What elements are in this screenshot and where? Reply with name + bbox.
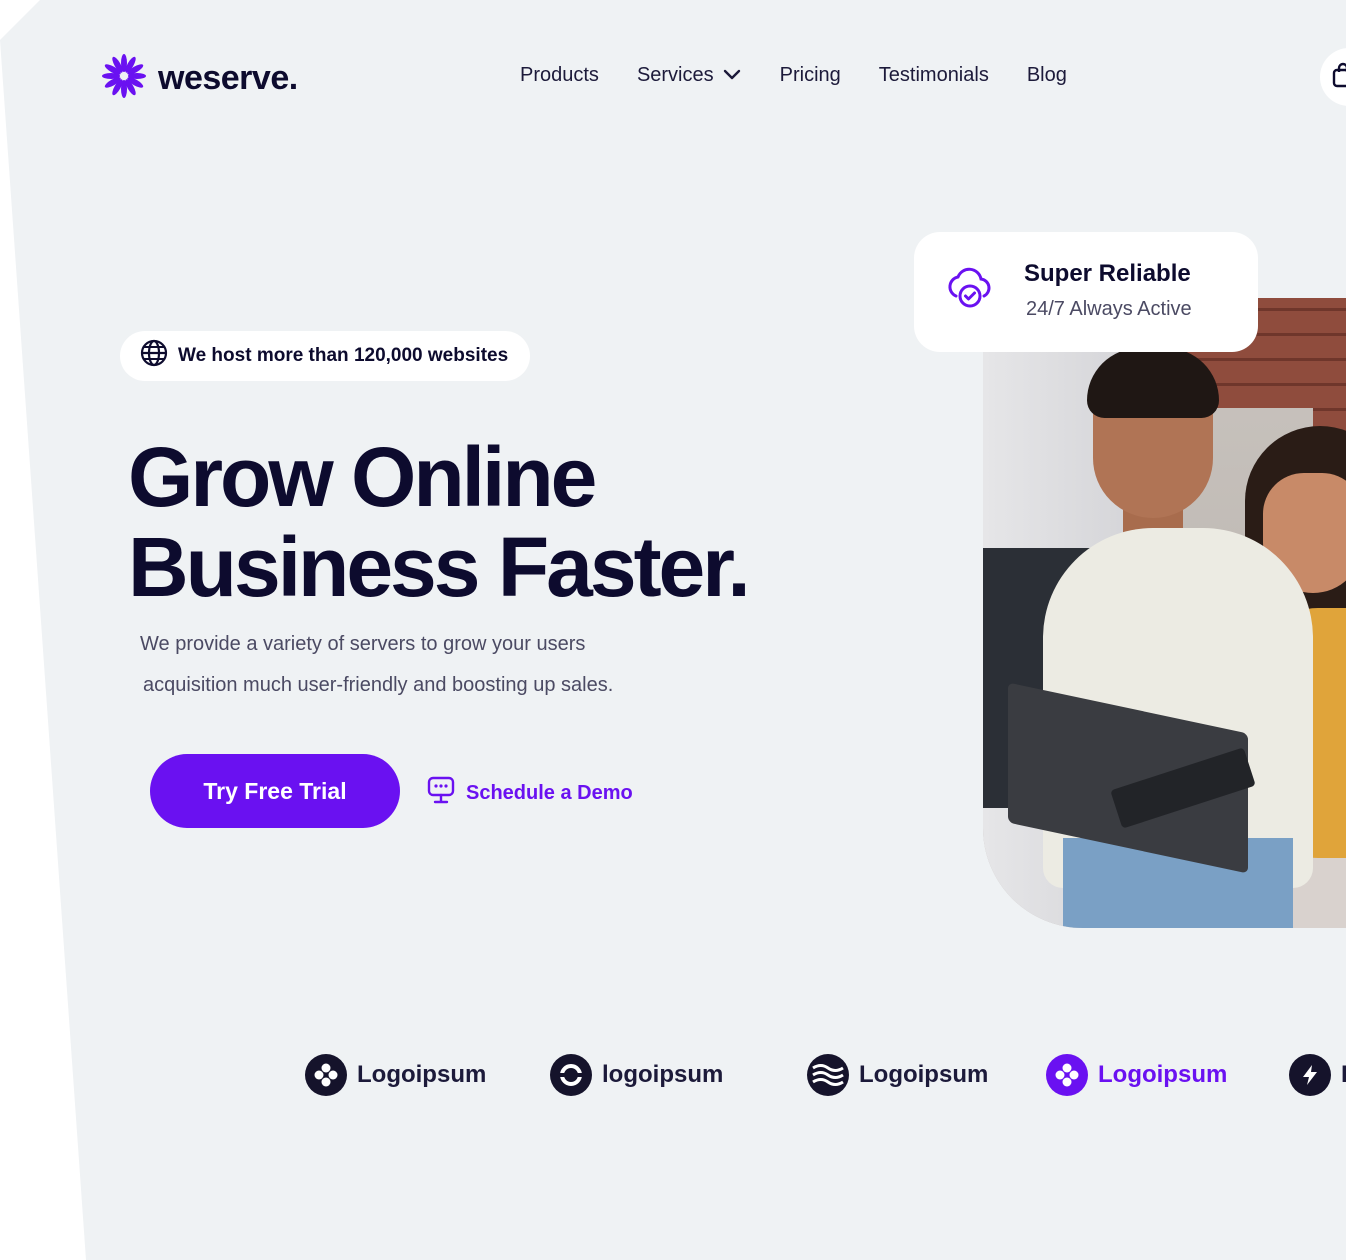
nav-label: Pricing [779,64,841,86]
chevron-down-icon [722,64,742,87]
hero-title-line: Business Faster. [128,520,751,614]
schedule-demo-link[interactable]: Schedule a Demo [426,775,633,811]
nav-item-products[interactable]: Products [520,64,599,87]
nav-item-services[interactable]: Services [637,64,742,87]
nav-label: Testimonials [878,64,989,86]
shopping-bag-icon [1332,62,1346,93]
hero-desc-line: acquisition much user-friendly and boost… [143,674,614,696]
waves-logo-icon [807,1054,849,1096]
badge-text: We host more than 120,000 websites [178,345,509,366]
globe-icon [140,339,168,373]
hero-title-line: Grow Online [128,430,597,524]
nav-label: Blog [1026,64,1067,86]
nav-label: Products [520,64,599,86]
schedule-demo-label: Schedule a Demo [466,781,633,804]
flower-logo-icon [100,52,148,105]
nav-item-testimonials[interactable]: Testimonials [879,64,989,87]
partner-logo-label: L [1341,1061,1346,1089]
reliability-subtitle: 24/7 Always Active [1026,298,1192,320]
reliability-title: Super Reliable [1024,260,1191,287]
clover-logo-icon [305,1054,347,1096]
nav-item-blog[interactable]: Blog [1027,64,1067,87]
nav-label: Services [636,64,714,86]
bolt-logo-icon [1289,1054,1331,1096]
partner-logo-label: Logoipsum [1098,1061,1228,1088]
try-free-trial-button[interactable]: Try Free Trial [150,754,400,828]
hero-description: We provide a variety of servers to grow … [140,624,740,706]
reliability-card: Super Reliable 24/7 Always Active [914,232,1258,352]
brand-name: weserve. [158,59,298,97]
cloud-check-icon [942,258,998,352]
nav-item-pricing[interactable]: Pricing [780,64,841,87]
partner-logo: Logoipsum [807,1054,988,1096]
clover-logo-icon [1046,1054,1088,1096]
main-nav: Products Services Pricing Testimonials B… [520,64,1067,87]
demo-chat-icon [426,775,456,811]
hosting-badge: We host more than 120,000 websites [120,331,531,381]
hero-photo [983,298,1346,928]
ring-logo-icon [550,1054,592,1096]
partner-logo: L [1289,1054,1346,1096]
partner-logo-label: Logoipsum [357,1061,487,1088]
hero-title: Grow Online Business Faster. [128,430,751,614]
partner-logo: Logoipsum [305,1054,486,1096]
partner-logo: logoipsum [550,1054,723,1096]
brand-logo[interactable]: weserve. [100,52,298,105]
hero-desc-line: We provide a variety of servers to grow … [140,633,586,655]
partner-logo-label: Logoipsum [859,1061,989,1088]
partner-logo: Logoipsum [1046,1054,1227,1096]
partner-logo-label: logoipsum [602,1061,724,1088]
